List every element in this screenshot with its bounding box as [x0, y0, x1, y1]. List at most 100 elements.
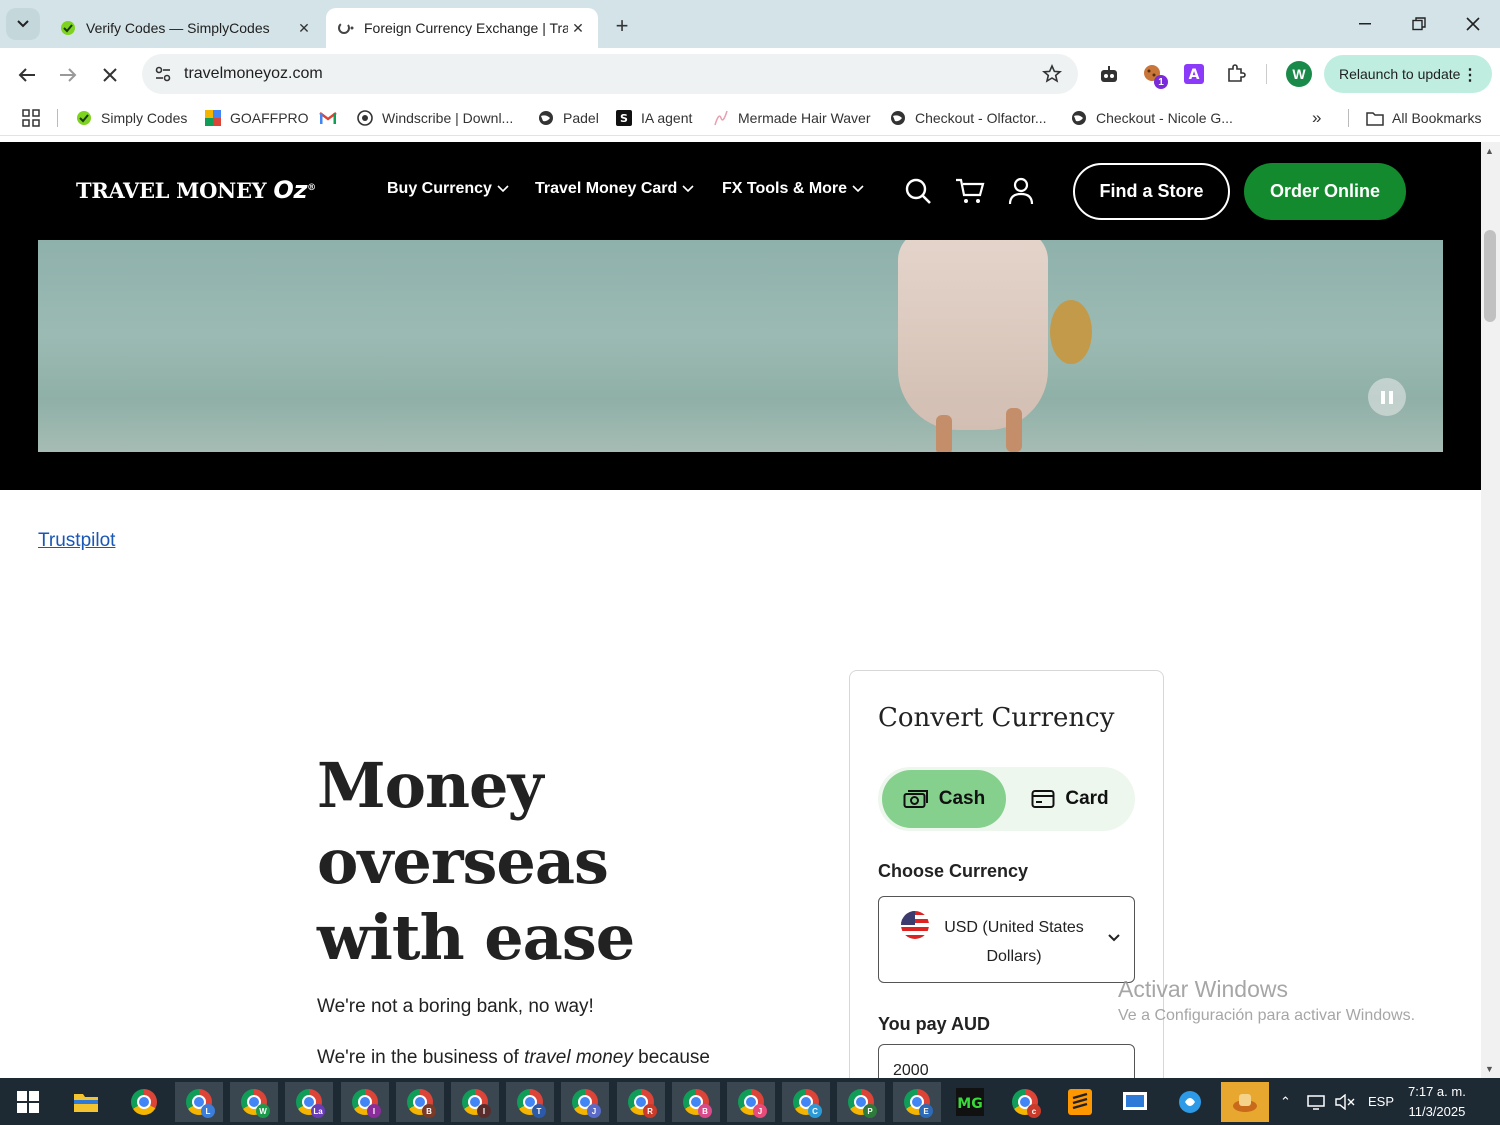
bookmark-goaffpro[interactable]: GOAFFPRO — [204, 108, 309, 128]
card-option-button[interactable]: Card — [1008, 770, 1132, 828]
profile-badge: P — [863, 1104, 877, 1118]
bookmark-star-icon[interactable] — [1041, 64, 1063, 89]
scroll-down-icon[interactable]: ▼ — [1485, 1064, 1494, 1074]
bookmark-label: Windscribe | Downl... — [382, 110, 514, 126]
apps-grid-icon[interactable] — [22, 108, 40, 128]
url-text[interactable]: travelmoneyoz.com — [184, 65, 323, 83]
scroll-up-icon[interactable]: ▲ — [1485, 146, 1494, 156]
hero-tagline: We're not a boring bank, no way! — [317, 996, 594, 1017]
extensions-puzzle-icon[interactable] — [1223, 61, 1249, 87]
chrome-profile-window[interactable]: C — [782, 1082, 830, 1122]
clock[interactable]: 7:17 a. m. 11/3/2025 — [1408, 1082, 1466, 1122]
chrome-profile-window[interactable]: L — [175, 1082, 223, 1122]
chrome-profile-window[interactable]: J — [561, 1082, 609, 1122]
site-header: TRAVEL MONEY Oz® Buy Currency Travel Mon… — [0, 142, 1481, 240]
sublime-text-icon[interactable] — [1056, 1082, 1104, 1122]
minimize-button[interactable] — [1342, 8, 1388, 40]
more-menu-icon[interactable]: ⋮ — [1462, 65, 1478, 85]
chrome-icon[interactable] — [120, 1082, 168, 1122]
start-button[interactable] — [4, 1082, 52, 1122]
network-icon[interactable] — [1306, 1078, 1326, 1125]
chrome-profile-window[interactable]: J — [727, 1082, 775, 1122]
toolbar-divider — [1266, 64, 1267, 84]
bookmarks-divider — [1348, 109, 1349, 127]
bookmark-windscribe[interactable]: Windscribe | Downl... — [356, 108, 513, 128]
hero-video-section — [0, 240, 1481, 490]
currency-select[interactable]: USD (United States Dollars) — [878, 896, 1135, 983]
profile-avatar[interactable]: W — [1286, 61, 1312, 87]
simplycodes-icon — [60, 20, 76, 36]
chrome-profile-window[interactable]: W — [230, 1082, 278, 1122]
site-info-icon[interactable] — [154, 65, 172, 88]
a-extension-icon[interactable]: A — [1181, 61, 1207, 87]
close-tab-icon[interactable]: ✕ — [294, 18, 314, 38]
scrollbar-thumb[interactable] — [1484, 230, 1496, 322]
close-icon — [103, 68, 117, 82]
account-icon[interactable] — [1006, 176, 1036, 206]
chrome-profile-window[interactable]: R — [617, 1082, 665, 1122]
bookmark-mermade[interactable]: Mermade Hair Waver — [712, 108, 871, 128]
restore-button[interactable] — [1396, 8, 1442, 40]
bookmark-checkout-olfactor[interactable]: Checkout - Olfactor... — [889, 108, 1047, 128]
back-button[interactable] — [12, 60, 42, 90]
profile-badge: T — [532, 1104, 546, 1118]
shield-app-icon[interactable] — [1166, 1082, 1214, 1122]
close-tab-icon[interactable]: ✕ — [568, 18, 588, 38]
bookmarks-bar: Simply Codes GOAFFPRO Windscribe | Downl… — [0, 100, 1500, 136]
order-online-button[interactable]: Order Online — [1244, 163, 1406, 220]
stop-loading-button[interactable] — [95, 60, 125, 90]
chrome-profile-window[interactable]: B — [672, 1082, 720, 1122]
close-window-button[interactable] — [1450, 8, 1496, 40]
bookmark-checkout-nicole[interactable]: Checkout - Nicole G... — [1070, 108, 1233, 128]
search-icon[interactable] — [903, 176, 933, 206]
profile-badge: E — [919, 1104, 933, 1118]
cart-icon[interactable] — [955, 176, 985, 206]
you-pay-amount-input[interactable]: 2000 — [878, 1044, 1135, 1078]
chrome-profile-window[interactable]: P — [837, 1082, 885, 1122]
cash-option-button[interactable]: Cash — [882, 770, 1006, 828]
more-bookmarks-button[interactable]: » — [1312, 108, 1321, 128]
language-indicator[interactable]: ESP — [1368, 1078, 1394, 1125]
windows-logo-icon — [17, 1091, 39, 1113]
game-app-icon[interactable]: MG — [946, 1082, 994, 1122]
pinned-app-icon[interactable] — [1221, 1082, 1269, 1122]
tab-verify-codes[interactable]: Verify Codes — SimplyCodes ✕ — [48, 8, 324, 48]
cookie-extension-icon[interactable]: 1 — [1140, 61, 1168, 89]
forward-button[interactable] — [53, 60, 83, 90]
bookmark-label: GOAFFPRO — [230, 110, 309, 126]
address-bar[interactable]: travelmoneyoz.com — [142, 54, 1078, 94]
nav-buy-currency[interactable]: Buy Currency — [387, 180, 509, 198]
chrome-profile-window[interactable]: La — [285, 1082, 333, 1122]
chrome-profile-window[interactable]: T — [506, 1082, 554, 1122]
relaunch-to-update-button[interactable]: Relaunch to update ⋮ — [1324, 55, 1492, 93]
tab-search-button[interactable] — [6, 8, 40, 40]
chrome-profile-window[interactable]: I — [341, 1082, 389, 1122]
find-a-store-button[interactable]: Find a Store — [1073, 163, 1230, 220]
trustpilot-link[interactable]: Trustpilot — [38, 530, 115, 552]
hero-video — [38, 240, 1443, 452]
robot-extension-icon[interactable] — [1096, 61, 1122, 87]
svg-text:S: S — [620, 112, 628, 125]
remote-desktop-icon[interactable] — [1111, 1082, 1159, 1122]
travel-money-oz-logo[interactable]: TRAVEL MONEY Oz® — [76, 176, 316, 204]
pause-video-button[interactable] — [1368, 378, 1406, 416]
chrome-profile-window[interactable]: I — [451, 1082, 499, 1122]
show-hidden-icons-icon[interactable]: ⌃ — [1280, 1078, 1291, 1125]
globe-icon — [889, 109, 907, 127]
all-bookmarks-button[interactable]: All Bookmarks — [1366, 108, 1481, 128]
nav-fx-tools[interactable]: FX Tools & More — [722, 180, 864, 198]
file-explorer-icon[interactable] — [62, 1082, 110, 1122]
profile-badge: J — [587, 1104, 601, 1118]
nav-travel-money-card[interactable]: Travel Money Card — [535, 180, 694, 198]
tab-travel-money[interactable]: Foreign Currency Exchange | Tra ✕ — [326, 8, 598, 48]
page-scrollbar[interactable]: ▲ ▼ — [1481, 142, 1500, 1078]
bookmark-simply-codes[interactable]: Simply Codes — [75, 108, 187, 128]
chrome-profile-window[interactable]: B — [396, 1082, 444, 1122]
new-tab-button[interactable]: + — [608, 12, 636, 40]
chrome-profile-window[interactable]: E — [893, 1082, 941, 1122]
volume-muted-icon[interactable] — [1335, 1078, 1355, 1125]
bookmark-ia-agent[interactable]: S IA agent — [615, 108, 692, 128]
chrome-icon[interactable]: c — [1001, 1082, 1049, 1122]
bookmark-padel[interactable]: Padel — [537, 108, 599, 128]
bookmark-gmail[interactable] — [319, 108, 345, 128]
